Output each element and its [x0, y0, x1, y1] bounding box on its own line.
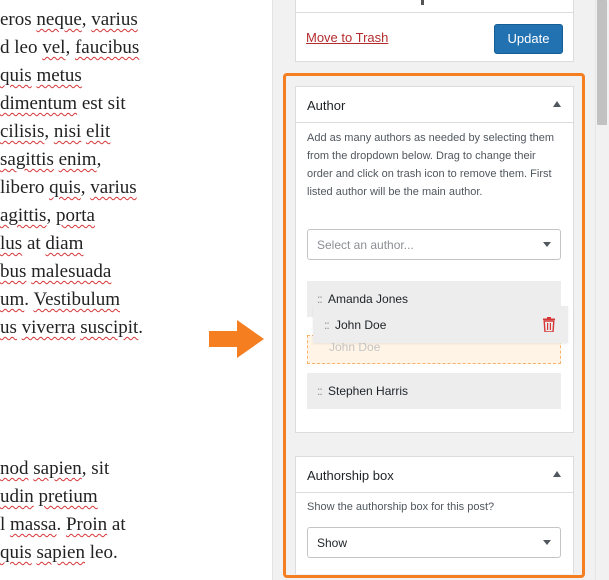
editor-text-line: bus malesuada — [0, 261, 111, 283]
editor-text-line: um. Vestibulum — [0, 289, 121, 310]
editor-text-line: libero quis, varius — [0, 177, 137, 198]
editor-text-line: eros neque, varius — [0, 9, 138, 30]
editor-text-line: agittis, porta — [0, 205, 95, 226]
misspelled-word: agittis — [0, 205, 47, 226]
editor-text-line: quis metus — [0, 65, 82, 87]
misspelled-word: Vestibulum — [33, 289, 121, 310]
misspelled-word: udin — [0, 486, 34, 507]
divider — [296, 12, 573, 13]
editor-text-line: nod sapien, sit — [0, 458, 110, 479]
highlight-frame — [283, 73, 585, 578]
misspelled-word: sagittis — [0, 149, 54, 170]
publish-misc-icon — [421, 0, 424, 5]
editor-text-line: sagittis enim, — [0, 149, 102, 170]
editor-text-line: udin pretium — [0, 486, 98, 508]
misspelled-word: nod — [0, 458, 29, 479]
misspelled-word: viverra — [21, 317, 76, 338]
misspelled-word: bus — [0, 261, 27, 282]
misspelled-word: enim — [58, 149, 97, 170]
editor-text-line: quis sapien leo. — [0, 542, 118, 563]
misspelled-word: massa — [10, 514, 57, 535]
misspelled-word: dimentum — [0, 93, 78, 114]
misspelled-word: malesuada — [31, 261, 112, 282]
misspelled-word: sapien — [33, 458, 82, 479]
editor-text-line: lus at diam — [0, 233, 84, 254]
misspelled-word: pretium — [38, 486, 98, 507]
editor-text-line: d leo vel, faucibus — [0, 37, 140, 58]
misspelled-word: quis — [0, 65, 32, 86]
misspelled-word: suscipit — [80, 317, 139, 338]
misspelled-word: elit — [86, 121, 111, 142]
misspelled-word: lus — [0, 233, 23, 254]
misspelled-word: varius — [91, 9, 138, 30]
post-content-editor[interactable]: eros neque, varius d leo vel, faucibus qu… — [0, 0, 272, 580]
move-to-trash-link[interactable]: Move to Trash — [306, 30, 388, 45]
misspelled-word: porta — [55, 205, 95, 226]
misspelled-word: Proin — [65, 514, 108, 535]
editor-text-line: l massa. Proin at — [0, 514, 126, 535]
misspelled-word: nisi — [53, 121, 82, 142]
arrow-right-icon — [209, 320, 264, 358]
editor-text-line: cilisis, nisi elit — [0, 121, 111, 142]
misspelled-word: quis — [49, 177, 81, 198]
update-button[interactable]: Update — [494, 24, 563, 54]
publish-box: Move to Trash Update — [295, 0, 574, 62]
misspelled-word: um — [0, 289, 25, 310]
misspelled-word: metus — [36, 65, 82, 86]
misspelled-word: cilisis — [0, 121, 45, 142]
misspelled-word: varius — [90, 177, 137, 198]
misspelled-word: neque — [36, 9, 82, 30]
misspelled-word: faucibus — [74, 37, 140, 58]
editor-text-line: us viverra suscipit. — [0, 317, 144, 338]
editor-text-line: dimentum est sit — [0, 93, 126, 114]
misspelled-word: vel — [42, 37, 66, 58]
scrollbar-thumb[interactable] — [597, 0, 607, 125]
misspelled-word: diam — [45, 233, 84, 254]
misspelled-word: sapien — [36, 542, 85, 563]
misspelled-word: quis — [0, 542, 32, 563]
misspelled-word: us — [0, 317, 17, 338]
